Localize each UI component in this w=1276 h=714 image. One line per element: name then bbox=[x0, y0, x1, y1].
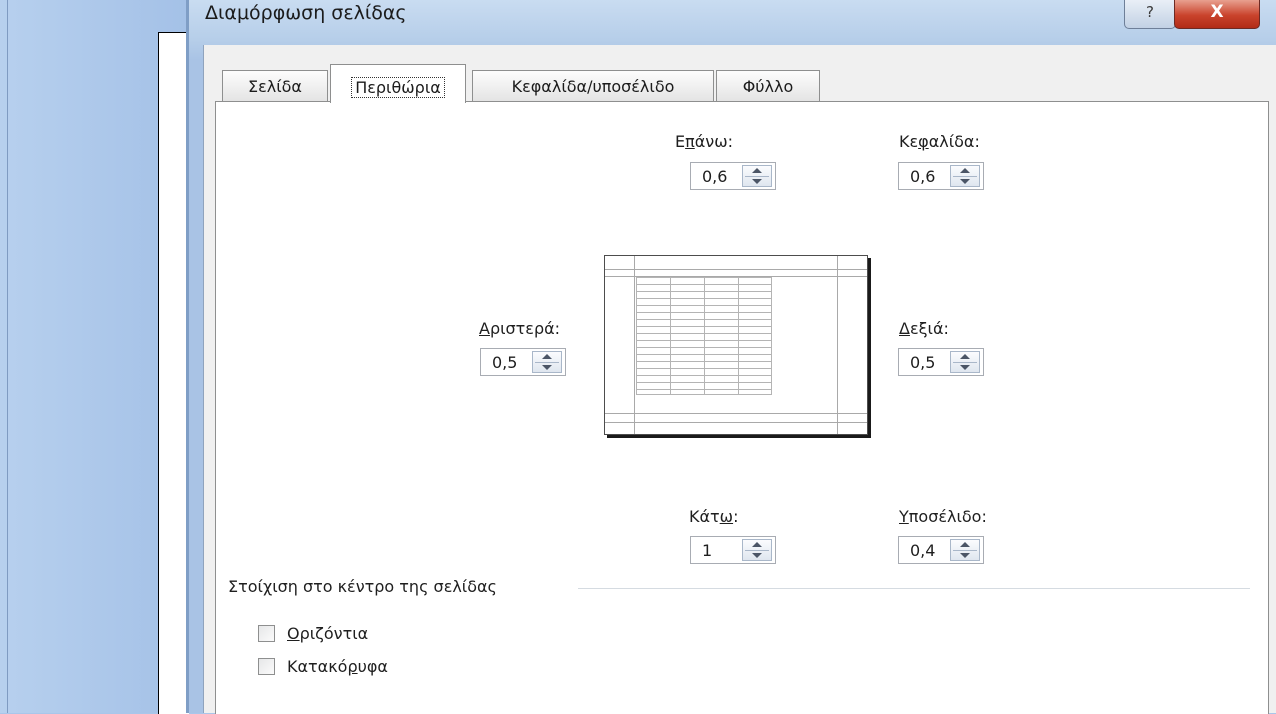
footer-line bbox=[605, 422, 867, 423]
spin-arrows[interactable] bbox=[950, 539, 980, 561]
up-arrow-icon[interactable] bbox=[960, 354, 970, 359]
center-on-page-group-title: Στοίχιση στο κέντρο της σελίδας bbox=[228, 577, 497, 596]
left-margin-spinner[interactable]: 0,5 bbox=[480, 348, 566, 376]
right-margin-value[interactable]: 0,5 bbox=[910, 353, 935, 372]
footer-margin-spinner[interactable]: 0,4 bbox=[898, 536, 984, 564]
left-margin-label: Αριστερά: bbox=[479, 319, 561, 338]
spin-arrows[interactable] bbox=[950, 351, 980, 373]
down-arrow-icon[interactable] bbox=[752, 179, 762, 184]
help-button[interactable]: ? bbox=[1124, 0, 1176, 29]
bottom-margin-value[interactable]: 1 bbox=[702, 541, 712, 560]
tab-page[interactable]: Σελίδα bbox=[222, 70, 328, 101]
top-margin-label: Επάνω: bbox=[675, 132, 734, 151]
down-arrow-icon[interactable] bbox=[960, 179, 970, 184]
top-margin-value[interactable]: 0,6 bbox=[702, 167, 727, 186]
spin-arrows[interactable] bbox=[742, 165, 772, 187]
tab-sheet[interactable]: Φύλλο bbox=[716, 70, 820, 101]
window-edge bbox=[7, 0, 8, 713]
center-horizontally-checkbox[interactable] bbox=[258, 625, 275, 642]
group-divider bbox=[578, 588, 1250, 589]
up-arrow-icon[interactable] bbox=[542, 354, 552, 359]
bottom-margin-spinner[interactable]: 1 bbox=[690, 536, 776, 564]
background-document bbox=[158, 32, 189, 714]
sheet-grid-icon bbox=[636, 277, 772, 395]
right-margin-spinner[interactable]: 0,5 bbox=[898, 348, 984, 376]
down-arrow-icon[interactable] bbox=[542, 365, 552, 370]
down-arrow-icon[interactable] bbox=[960, 553, 970, 558]
right-margin-label: Δεξιά: bbox=[899, 319, 949, 338]
top-margin-spinner[interactable]: 0,6 bbox=[690, 162, 776, 190]
close-button[interactable]: X bbox=[1174, 0, 1260, 29]
header-line bbox=[605, 269, 867, 270]
left-margin-line bbox=[634, 256, 635, 434]
spin-arrows[interactable] bbox=[532, 351, 562, 373]
tab-margins[interactable]: Περιθώρια bbox=[330, 64, 466, 103]
tab-header-footer[interactable]: Κεφαλίδα/υποσέλιδο bbox=[472, 70, 714, 101]
center-horizontally-label[interactable]: Οριζόντια bbox=[287, 624, 368, 643]
header-margin-label: Κεφαλίδα: bbox=[899, 132, 980, 151]
center-vertically-label[interactable]: Κατακόρυφα bbox=[287, 657, 388, 676]
right-margin-line bbox=[837, 256, 838, 434]
up-arrow-icon[interactable] bbox=[752, 542, 762, 547]
bottom-margin-line bbox=[605, 413, 867, 414]
dialog-title: Διαμόρφωση σελίδας bbox=[205, 2, 407, 24]
up-arrow-icon[interactable] bbox=[960, 542, 970, 547]
left-margin-value[interactable]: 0,5 bbox=[492, 353, 517, 372]
down-arrow-icon[interactable] bbox=[752, 553, 762, 558]
center-vertically-checkbox[interactable] bbox=[258, 658, 275, 675]
footer-margin-value[interactable]: 0,4 bbox=[910, 541, 935, 560]
bottom-margin-label: Κάτω: bbox=[689, 507, 739, 526]
up-arrow-icon[interactable] bbox=[960, 168, 970, 173]
header-margin-value[interactable]: 0,6 bbox=[910, 167, 935, 186]
page-preview bbox=[604, 255, 868, 435]
footer-margin-label: Υποσέλιδο: bbox=[899, 507, 987, 526]
spin-arrows[interactable] bbox=[950, 165, 980, 187]
down-arrow-icon[interactable] bbox=[960, 365, 970, 370]
spin-arrows[interactable] bbox=[742, 539, 772, 561]
up-arrow-icon[interactable] bbox=[752, 168, 762, 173]
tab-margins-label: Περιθώρια bbox=[351, 77, 445, 98]
header-margin-spinner[interactable]: 0,6 bbox=[898, 162, 984, 190]
